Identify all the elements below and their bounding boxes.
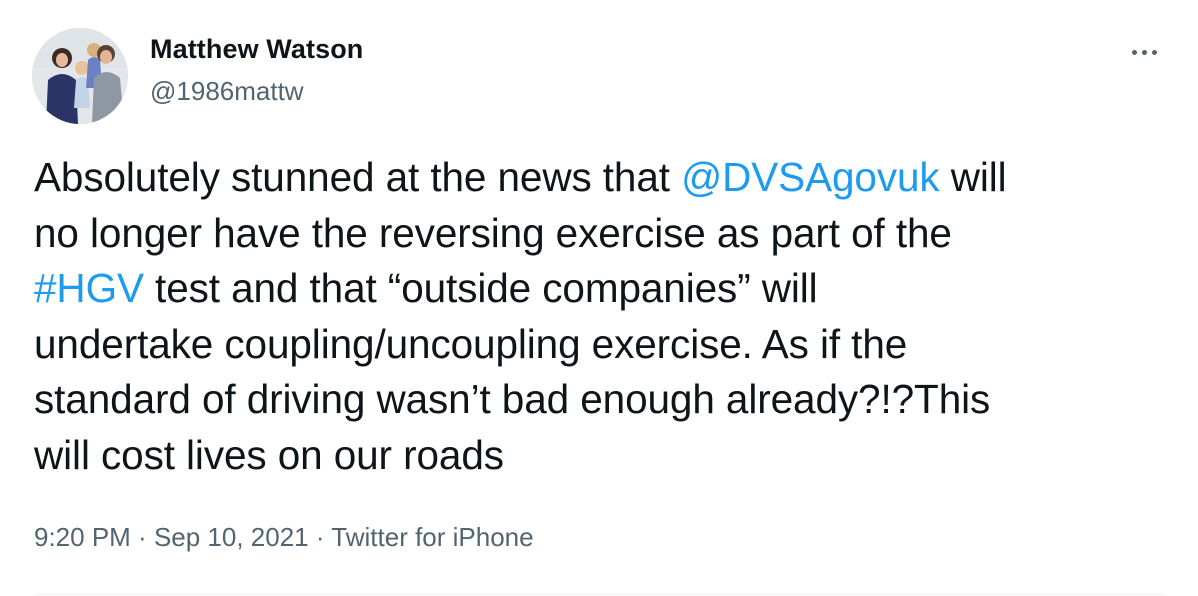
hashtag-link[interactable]: #HGV xyxy=(34,265,144,311)
mention-link[interactable]: @DVSAgovuk xyxy=(681,154,940,200)
author-handle[interactable]: @1986mattw xyxy=(150,76,304,107)
tweet-text-segment: test and that “outside companies” will u… xyxy=(34,265,991,478)
tweet: Matthew Watson @1986mattw Absolutely stu… xyxy=(0,0,1198,596)
divider xyxy=(34,594,1164,595)
more-horizontal-icon xyxy=(1151,49,1157,55)
timestamp-time[interactable]: 9:20 PM xyxy=(34,522,131,552)
separator: · xyxy=(130,522,154,552)
tweet-text: Absolutely stunned at the news that @DVS… xyxy=(34,150,1164,483)
tweet-metadata: 9:20 PM · Sep 10, 2021 · Twitter for iPh… xyxy=(34,522,534,553)
separator: · xyxy=(308,522,332,552)
avatar-photo-icon xyxy=(32,28,128,124)
tweet-text-segment: Absolutely stunned at the news that xyxy=(34,154,682,200)
more-horizontal-icon xyxy=(1131,49,1137,55)
author-display-name[interactable]: Matthew Watson xyxy=(150,34,363,65)
more-options-button[interactable] xyxy=(1120,36,1168,68)
more-horizontal-icon xyxy=(1141,49,1147,55)
avatar[interactable] xyxy=(32,28,128,124)
tweet-source-link[interactable]: Twitter for iPhone xyxy=(331,522,533,552)
timestamp-date[interactable]: Sep 10, 2021 xyxy=(154,522,309,552)
